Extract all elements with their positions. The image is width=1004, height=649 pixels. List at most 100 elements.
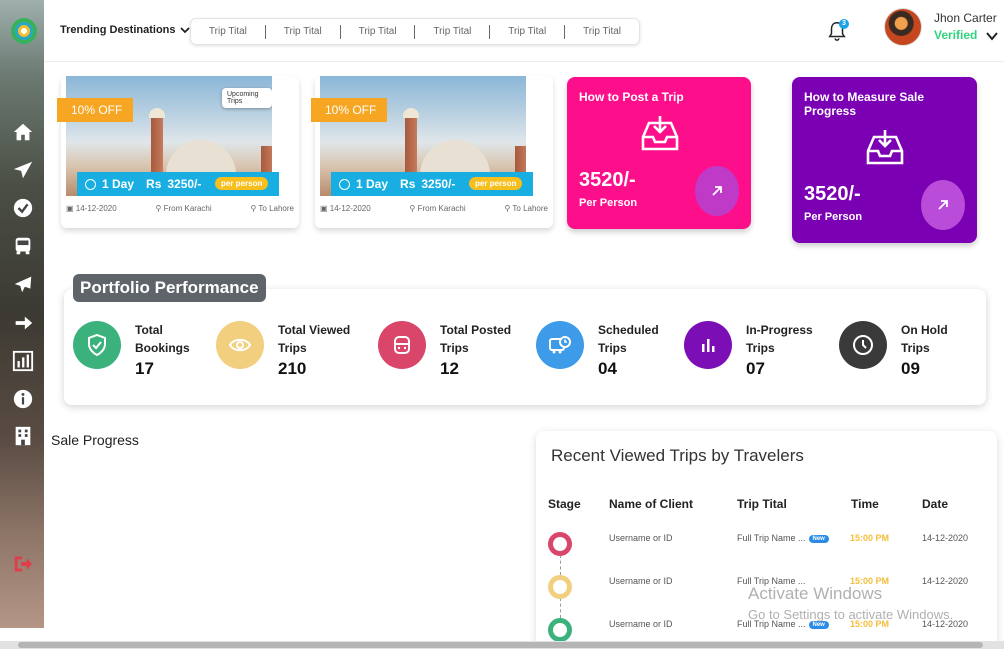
price-prefix: Rs — [146, 177, 162, 191]
trip-card[interactable]: Upcoming Trips 10% OFF 1 Day Rs 3250/- p… — [57, 76, 299, 228]
avatar[interactable] — [884, 8, 922, 46]
column-header-client: Name of Client — [609, 497, 694, 511]
user-status: Verified — [934, 28, 978, 42]
scrollbar-thumb[interactable] — [18, 642, 983, 648]
stat-total-posted-trips[interactable]: Total Posted Trips 12 — [378, 321, 530, 379]
stat-label: On Hold Trips — [901, 323, 948, 355]
client-cell: Username or ID — [609, 576, 673, 586]
trip-date: 14-12-2020 — [329, 204, 371, 213]
clock-icon — [85, 178, 96, 190]
date-cell: 14-12-2020 — [922, 576, 969, 586]
trip-duration: 1 Day — [102, 177, 135, 191]
inbox-download-icon — [866, 130, 904, 165]
per-person-badge: per person — [469, 177, 523, 190]
discount-ribbon: 10% OFF — [57, 98, 133, 122]
trip-tab[interactable]: Trip Tital — [490, 24, 566, 39]
trip-to: To Lahore — [512, 204, 548, 213]
chevron-down-icon — [179, 27, 190, 34]
time-cell: 15:00 PM — [850, 533, 890, 543]
activate-windows-subtext: Go to Settings to activate Windows. — [748, 607, 954, 622]
client-cell: Username or ID — [609, 619, 673, 629]
clock-icon — [339, 178, 350, 190]
trip-tab[interactable]: Trip Tital — [266, 24, 341, 39]
stat-value: 210 — [278, 359, 307, 378]
building-icon[interactable] — [11, 424, 35, 448]
info-icon[interactable] — [11, 387, 35, 411]
horizontal-scrollbar[interactable] — [0, 641, 1004, 649]
calendar-icon: ▣ 14-12-2020 — [66, 204, 117, 213]
promo-unit: Per Person — [579, 197, 638, 209]
arrow-up-right-icon — [938, 200, 948, 210]
user-name: Jhon Carter — [934, 11, 997, 25]
bar-chart-icon — [684, 321, 732, 369]
logout-icon[interactable] — [11, 552, 35, 576]
notification-badge: 3 — [839, 19, 849, 29]
open-link-button[interactable] — [695, 166, 739, 216]
date-cell: 14-12-2020 — [922, 533, 969, 543]
trip-tab[interactable]: Trip Tital — [341, 24, 416, 39]
logo-icon[interactable] — [11, 18, 37, 44]
stat-in-progress-trips[interactable]: In-Progress Trips 07 — [684, 321, 826, 379]
promo-card-post-trip[interactable]: How to Post a Trip 3520/- Per Person — [567, 77, 751, 229]
minaret-cap-shape — [149, 108, 165, 118]
check-circle-icon[interactable] — [11, 196, 35, 220]
trip-tab[interactable]: Trip Tital — [415, 24, 491, 39]
bar-chart-icon[interactable] — [11, 349, 35, 373]
column-header-date: Date — [922, 497, 949, 511]
sidebar — [0, 0, 44, 628]
location-icon: ⚲ From Karachi — [409, 204, 466, 213]
stat-label: In-Progress Trips — [746, 323, 813, 355]
send-icon[interactable] — [11, 158, 35, 182]
trending-destinations-dropdown[interactable]: Trending Destinations — [60, 24, 190, 36]
stat-label: Total Bookings — [135, 323, 190, 355]
chevron-down-icon[interactable] — [986, 30, 998, 42]
shield-check-icon — [73, 321, 121, 369]
trip-tab[interactable]: Trip Tital — [565, 25, 639, 39]
trip-tab[interactable]: Trip Tital — [191, 24, 266, 39]
sale-progress-title: Sale Progress — [51, 432, 139, 448]
new-badge: New — [808, 534, 829, 543]
plane-icon[interactable] — [11, 272, 35, 296]
stat-on-hold-trips[interactable]: On Hold Trips 09 — [839, 321, 961, 379]
dashboard: Trending Destinations Trip Tital Trip Ti… — [0, 0, 1004, 649]
stat-label: Scheduled Trips — [598, 323, 659, 355]
promo-unit: Per Person — [804, 211, 863, 223]
arrow-right-icon[interactable] — [11, 311, 35, 335]
stage-indicator — [548, 575, 572, 599]
table-row[interactable]: Username or ID Full Trip Name ... New 15:… — [536, 532, 997, 562]
promo-value: 3520/- — [579, 169, 636, 191]
trip-card[interactable]: 10% OFF 1 Day Rs 3250/- per person ▣ 14-… — [311, 76, 553, 228]
open-link-button[interactable] — [921, 180, 965, 230]
trip-price: 3250/- — [421, 177, 456, 191]
location-icon: ⚲ From Karachi — [155, 204, 212, 213]
promo-value: 3520/- — [804, 183, 861, 205]
trip-tabs: Trip Tital Trip Tital Trip Tital Trip Ti… — [190, 18, 640, 45]
stat-total-bookings[interactable]: Total Bookings 17 — [73, 321, 205, 379]
stat-value: 12 — [440, 359, 459, 378]
column-header-stage: Stage — [548, 497, 581, 511]
top-bar: Trending Destinations Trip Tital Trip Ti… — [44, 0, 1004, 62]
stat-value: 09 — [901, 359, 920, 378]
trip-duration: 1 Day — [356, 177, 389, 191]
upcoming-trips-badge: Upcoming Trips — [222, 88, 272, 108]
bus-icon[interactable] — [11, 234, 35, 258]
promo-card-measure-sale[interactable]: How to Measure Sale Progress 3520/- Per … — [792, 77, 977, 243]
stage-indicator — [548, 618, 572, 642]
home-icon[interactable] — [11, 120, 35, 144]
trip-from: From Karachi — [163, 204, 212, 213]
price-prefix: Rs — [400, 177, 416, 191]
stat-total-viewed-trips[interactable]: Total Viewed Trips 210 — [216, 321, 368, 379]
stat-scheduled-trips[interactable]: Scheduled Trips 04 — [536, 321, 668, 379]
portfolio-panel: Total Bookings 17 Total Viewed Trips 210… — [64, 289, 986, 405]
client-cell: Username or ID — [609, 533, 673, 543]
trip-cell: Full Trip Name ... New — [737, 533, 829, 543]
eye-icon — [216, 321, 264, 369]
portfolio-title: Portfolio Performance — [73, 274, 266, 302]
stage-indicator — [548, 532, 572, 556]
clock-icon — [839, 321, 887, 369]
stat-label: Total Viewed Trips — [278, 323, 351, 355]
activate-windows-watermark: Activate Windows — [748, 584, 883, 603]
recent-title: Recent Viewed Trips by Travelers — [551, 446, 804, 465]
column-header-trip: Trip Tital — [737, 497, 787, 511]
column-header-time: Time — [851, 497, 879, 511]
